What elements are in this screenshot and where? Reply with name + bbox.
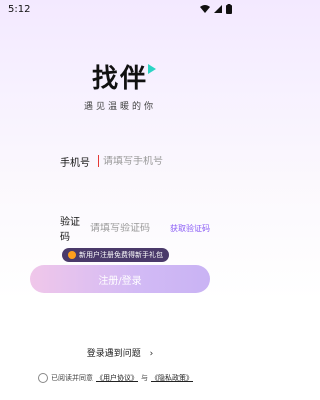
signal-icon [214, 5, 222, 13]
agreement-row: 已阅读并同意 《用户协议》 与 《隐私政策》 [38, 373, 193, 383]
phone-input[interactable] [99, 155, 187, 167]
phone-row: 手机号 [60, 148, 210, 174]
play-icon [148, 64, 156, 74]
promo-text: 新用户注册免费得新手礼包 [79, 251, 163, 259]
battery-icon [226, 4, 232, 14]
code-input[interactable] [84, 222, 170, 234]
login-help-link[interactable]: 登录遇到问题 › [0, 346, 240, 359]
status-bar: 5:12 [0, 0, 240, 18]
promo-badge: 新用户注册免费得新手礼包 [62, 248, 169, 262]
agreement-and: 与 [141, 374, 148, 382]
phone-label: 手机号 [60, 157, 90, 169]
status-time: 5:12 [8, 3, 31, 15]
login-help-text: 登录遇到问题 [86, 349, 141, 359]
privacy-policy-link[interactable]: 《隐私政策》 [151, 373, 193, 383]
logo-title-wrap: 找伴 [91, 58, 156, 95]
app-logo: 找伴 遇见温暖的你 [0, 58, 240, 112]
user-agreement-link[interactable]: 《用户协议》 [96, 373, 138, 383]
wifi-icon [200, 5, 210, 13]
logo-title: 找伴 [91, 64, 148, 94]
agreement-prefix: 已阅读并同意 [51, 374, 93, 382]
chevron-right-icon: › [149, 349, 154, 359]
code-row: 验证码 获取验证码 [60, 215, 210, 243]
tagline: 遇见温暖的你 [83, 102, 156, 112]
get-code-button[interactable]: 获取验证码 [170, 223, 210, 234]
gift-icon [68, 251, 76, 259]
status-icons [200, 4, 232, 14]
agree-checkbox[interactable] [38, 373, 48, 383]
login-button[interactable]: 注册/登录 [30, 265, 210, 293]
code-label: 验证码 [60, 217, 80, 243]
